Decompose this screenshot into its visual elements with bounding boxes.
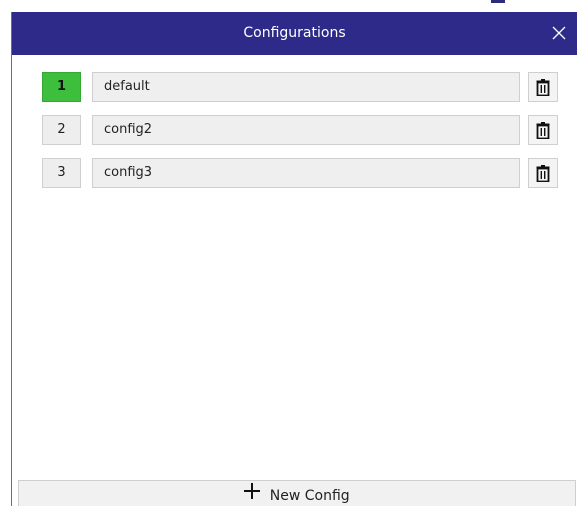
top-edge-mark xyxy=(491,0,505,3)
new-config-label: New Config xyxy=(269,487,350,504)
config-row: 2 config2 xyxy=(42,115,562,145)
close-button[interactable] xyxy=(547,21,571,45)
trash-icon xyxy=(536,79,550,96)
close-icon xyxy=(552,26,566,40)
page: Configurations 1 default 2 config2 3 con… xyxy=(0,0,577,506)
dialog-title: Configurations xyxy=(243,25,346,41)
config-number-badge[interactable]: 3 xyxy=(42,158,81,188)
delete-config-button[interactable] xyxy=(528,158,558,188)
trash-icon xyxy=(536,122,550,139)
dialog-titlebar: Configurations xyxy=(12,12,577,55)
delete-config-button[interactable] xyxy=(528,115,558,145)
new-config-button[interactable]: New Config xyxy=(18,480,576,506)
config-number-badge[interactable]: 2 xyxy=(42,115,81,145)
delete-config-button[interactable] xyxy=(528,72,558,102)
config-name-field[interactable]: default xyxy=(92,72,520,102)
plus-icon xyxy=(244,483,261,506)
config-row: 1 default xyxy=(42,72,562,102)
new-config-content: New Config xyxy=(244,483,350,506)
trash-icon xyxy=(536,165,550,182)
config-row: 3 config3 xyxy=(42,158,562,188)
config-number-badge[interactable]: 1 xyxy=(42,72,81,102)
config-name-field[interactable]: config3 xyxy=(92,158,520,188)
config-name-field[interactable]: config2 xyxy=(92,115,520,145)
configurations-dialog: Configurations 1 default 2 config2 3 con… xyxy=(11,12,577,506)
